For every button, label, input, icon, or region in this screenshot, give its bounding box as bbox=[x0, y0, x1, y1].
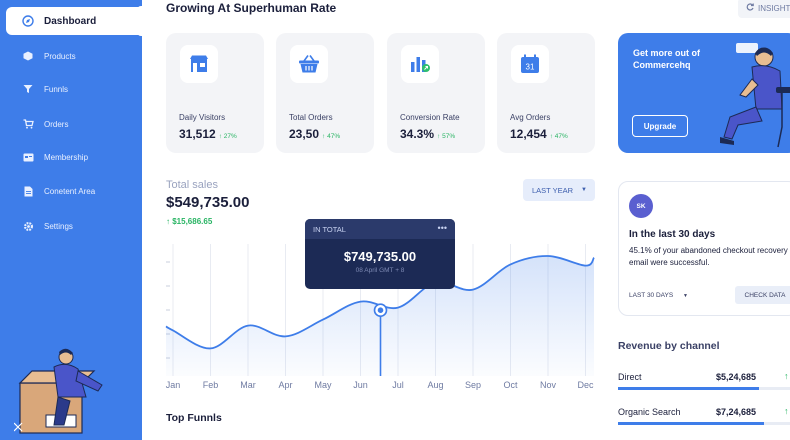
revenue-title: Revenue by channel bbox=[618, 340, 720, 352]
revenue-channel-value: $5,24,685 bbox=[716, 372, 757, 382]
stat-card-total-orders: Total Orders 23,50 ↑ 47% bbox=[276, 33, 374, 153]
x-tick-label: May bbox=[314, 380, 332, 390]
person-with-box-illustration bbox=[14, 348, 103, 434]
sidebar-item-label: Conetent Area bbox=[44, 186, 96, 196]
sidebar-item-label: Funnls bbox=[44, 84, 69, 94]
stat-label: Conversion Rate bbox=[400, 113, 460, 122]
recovery-title: In the last 30 days bbox=[629, 229, 716, 240]
period-select-value: LAST YEAR bbox=[532, 185, 573, 195]
sales-label: Total sales bbox=[166, 179, 218, 191]
stat-change: ↑ 47% bbox=[549, 133, 568, 140]
recovery-body: 45.1% of your abandoned checkout recover… bbox=[629, 246, 788, 267]
x-tick-label: Mar bbox=[240, 380, 256, 390]
stat-card-conversion-rate: Conversion Rate 34.3% ↑ 57% bbox=[387, 33, 485, 153]
revenue-channel-name: Organic Search bbox=[618, 407, 681, 417]
stat-value: 23,50 ↑ 47% bbox=[289, 127, 341, 141]
stat-value: 31,512 ↑ 27% bbox=[179, 127, 237, 141]
sidebar-active-tab bbox=[137, 6, 145, 36]
x-tick-label: Feb bbox=[203, 380, 219, 390]
document-icon bbox=[20, 183, 36, 199]
card-icon bbox=[20, 149, 36, 165]
x-tick-label: Jan bbox=[166, 380, 181, 390]
revenue-bar bbox=[618, 387, 760, 390]
page-title: Growing At Superhuman Rate bbox=[166, 1, 337, 15]
revenue-row: Direct $5,24,685 ↑ bbox=[618, 371, 790, 396]
tooltip-value: $749,735.00 bbox=[343, 249, 417, 264]
compass-icon bbox=[20, 13, 36, 29]
stat-card-avg-orders: 31 Avg Orders 12,454 ↑ 47% bbox=[497, 33, 595, 153]
sidebar-item-settings[interactable]: Settings bbox=[6, 212, 142, 240]
x-tick-label: Jul bbox=[392, 380, 404, 390]
stat-card-daily-visitors: Daily Visitors 31,512 ↑ 27% bbox=[166, 33, 264, 153]
funnel-icon bbox=[20, 81, 36, 97]
chart-tooltip: IN TOTAL ••• $749,735.00 08 April GMT + … bbox=[305, 219, 455, 289]
period-select[interactable]: LAST YEAR ▼ bbox=[523, 179, 595, 201]
stat-label: Daily Visitors bbox=[179, 113, 226, 122]
recovery-period-select[interactable]: LAST 30 DAYS ▼ bbox=[629, 292, 688, 299]
x-tick-label: Nov bbox=[540, 380, 557, 390]
trend-up-icon: ↑ bbox=[784, 406, 789, 416]
more-icon[interactable]: ••• bbox=[438, 223, 447, 233]
sidebar-item-label: Membership bbox=[44, 152, 89, 162]
sidebar-item-funnls[interactable]: Funnls bbox=[6, 75, 142, 103]
revenue-row: Organic Search $7,24,685 ↑ bbox=[618, 406, 790, 431]
revenue-channel-value: $7,24,685 bbox=[716, 407, 757, 417]
highlight-point bbox=[377, 307, 384, 313]
sidebar-item-dashboard[interactable]: Dashboard bbox=[6, 7, 142, 35]
svg-text:31: 31 bbox=[526, 63, 535, 72]
sidebar-item-orders[interactable]: Orders bbox=[6, 110, 142, 138]
recovery-period-value: LAST 30 DAYS bbox=[629, 292, 674, 299]
bar-chart-icon bbox=[401, 45, 439, 83]
x-tick-label: Aug bbox=[427, 380, 443, 390]
x-tick-label: Sep bbox=[465, 380, 481, 390]
check-data-button[interactable]: CHECK DATA bbox=[735, 286, 790, 304]
cart-icon bbox=[20, 116, 36, 132]
stat-value: 34.3% ↑ 57% bbox=[400, 127, 456, 141]
stat-change: ↑ 57% bbox=[437, 133, 456, 140]
insights-label: INSIGHTS bbox=[758, 3, 790, 13]
stat-label: Total Orders bbox=[289, 113, 333, 122]
upgrade-button[interactable]: Upgrade bbox=[632, 115, 688, 137]
stat-change: ↑ 47% bbox=[322, 133, 341, 140]
storefront-icon bbox=[180, 45, 218, 83]
upgrade-promo-card: Get more out of Commercehq Upgrade bbox=[618, 33, 790, 153]
avatar: SK bbox=[629, 194, 653, 218]
chevron-down-icon: ▼ bbox=[581, 187, 587, 193]
sidebar-item-label: Dashboard bbox=[44, 15, 97, 27]
person-on-chair-illustration bbox=[720, 43, 790, 148]
sales-change: ↑ $15,686.65 bbox=[166, 217, 213, 226]
recovery-card: SK In the last 30 days 45.1% of your aba… bbox=[618, 181, 790, 316]
sales-value: $549,735.00 bbox=[166, 194, 250, 211]
stat-change: ↑ 27% bbox=[218, 133, 237, 140]
calendar-icon: 31 bbox=[511, 45, 549, 83]
x-tick-label: Apr bbox=[278, 380, 292, 390]
funnels-title: Top Funnls bbox=[166, 412, 222, 424]
sidebar-item-content-area[interactable]: Conetent Area bbox=[6, 177, 142, 205]
sidebar-item-label: Settings bbox=[44, 221, 73, 231]
chevron-down-icon: ▼ bbox=[683, 293, 688, 299]
x-tick-label: Dec bbox=[577, 380, 594, 390]
gear-icon bbox=[20, 218, 36, 234]
stat-label: Avg Orders bbox=[510, 113, 551, 122]
sidebar-item-membership[interactable]: Membership bbox=[6, 143, 142, 171]
x-tick-label: Oct bbox=[503, 380, 518, 390]
stat-value: 12,454 ↑ 47% bbox=[510, 127, 568, 141]
x-tick-label: Jun bbox=[353, 380, 368, 390]
trend-up-icon: ↑ bbox=[784, 371, 789, 381]
box-icon bbox=[20, 48, 36, 64]
sidebar-item-label: Orders bbox=[44, 119, 69, 129]
sidebar-item-products[interactable]: Products bbox=[6, 42, 142, 70]
refresh-icon bbox=[746, 3, 754, 13]
insights-button[interactable]: INSIGHTS bbox=[738, 0, 790, 18]
revenue-channel-name: Direct bbox=[618, 372, 642, 382]
sidebar-item-label: Products bbox=[44, 51, 76, 61]
tooltip-date: 08 April GMT + 8 bbox=[355, 267, 405, 274]
basket-icon bbox=[290, 45, 328, 83]
tooltip-header: IN TOTAL bbox=[305, 219, 455, 239]
sidebar: Dashboard Products Funnls Orders Members… bbox=[0, 0, 142, 440]
revenue-bar bbox=[618, 422, 765, 425]
